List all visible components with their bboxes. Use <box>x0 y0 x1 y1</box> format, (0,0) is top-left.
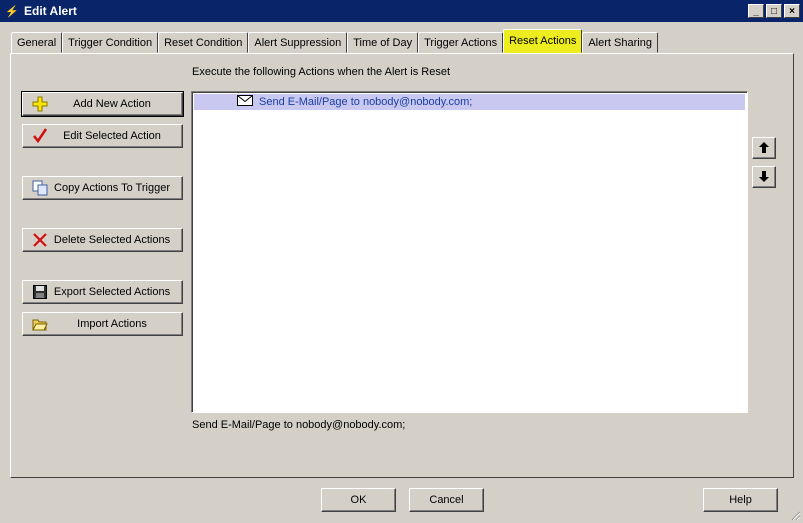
actions-list[interactable]: Send E-Mail/Page to nobody@nobody.com; <box>191 91 748 413</box>
list-item[interactable]: Send E-Mail/Page to nobody@nobody.com; <box>194 94 745 110</box>
copy-icon <box>32 180 48 196</box>
help-button[interactable]: Help <box>703 488 778 512</box>
window-title: Edit Alert <box>24 4 77 18</box>
selected-action-summary: Send E-Mail/Page to nobody@nobody.com; <box>192 419 406 431</box>
add-new-action-button[interactable]: Add New Action <box>21 91 184 117</box>
move-down-button[interactable] <box>752 166 776 188</box>
delete-selected-actions-button[interactable]: Delete Selected Actions <box>22 228 183 252</box>
arrow-up-icon <box>759 141 769 156</box>
plus-icon <box>32 96 48 112</box>
arrow-down-icon <box>759 170 769 185</box>
move-up-button[interactable] <box>752 137 776 159</box>
action-label: Send E-Mail/Page to nobody@nobody.com; <box>259 96 473 108</box>
tab-strip: General Trigger Condition Reset Conditio… <box>11 29 658 53</box>
copy-actions-to-trigger-button[interactable]: Copy Actions To Trigger <box>22 176 183 200</box>
close-button[interactable]: × <box>784 4 800 18</box>
open-folder-icon <box>32 316 48 332</box>
tab-alert-suppression[interactable]: Alert Suppression <box>248 32 348 53</box>
checkmark-icon <box>32 128 48 144</box>
tab-reset-condition[interactable]: Reset Condition <box>158 32 249 53</box>
ok-button[interactable]: OK <box>321 488 396 512</box>
cancel-button[interactable]: Cancel <box>409 488 484 512</box>
tab-trigger-actions[interactable]: Trigger Actions <box>418 32 504 53</box>
export-selected-actions-button[interactable]: Export Selected Actions <box>22 280 183 304</box>
tab-reset-actions[interactable]: Reset Actions <box>503 29 583 53</box>
app-icon: ⚡ <box>5 5 19 18</box>
title-bar: ⚡ Edit Alert _ □ × <box>0 0 803 22</box>
import-actions-button[interactable]: Import Actions <box>22 312 183 336</box>
tab-trigger-condition[interactable]: Trigger Condition <box>62 32 159 53</box>
floppy-disk-icon <box>32 284 48 300</box>
tab-time-of-day[interactable]: Time of Day <box>347 32 419 53</box>
tab-alert-sharing[interactable]: Alert Sharing <box>582 32 658 53</box>
envelope-icon <box>237 95 253 109</box>
resize-grip-icon[interactable] <box>789 509 801 521</box>
delete-x-icon <box>32 232 48 248</box>
minimize-button[interactable]: _ <box>748 4 764 18</box>
maximize-button[interactable]: □ <box>766 4 782 18</box>
edit-selected-action-button[interactable]: Edit Selected Action <box>22 124 183 148</box>
tab-general[interactable]: General <box>11 32 63 53</box>
actions-caption: Execute the following Actions when the A… <box>192 66 451 78</box>
